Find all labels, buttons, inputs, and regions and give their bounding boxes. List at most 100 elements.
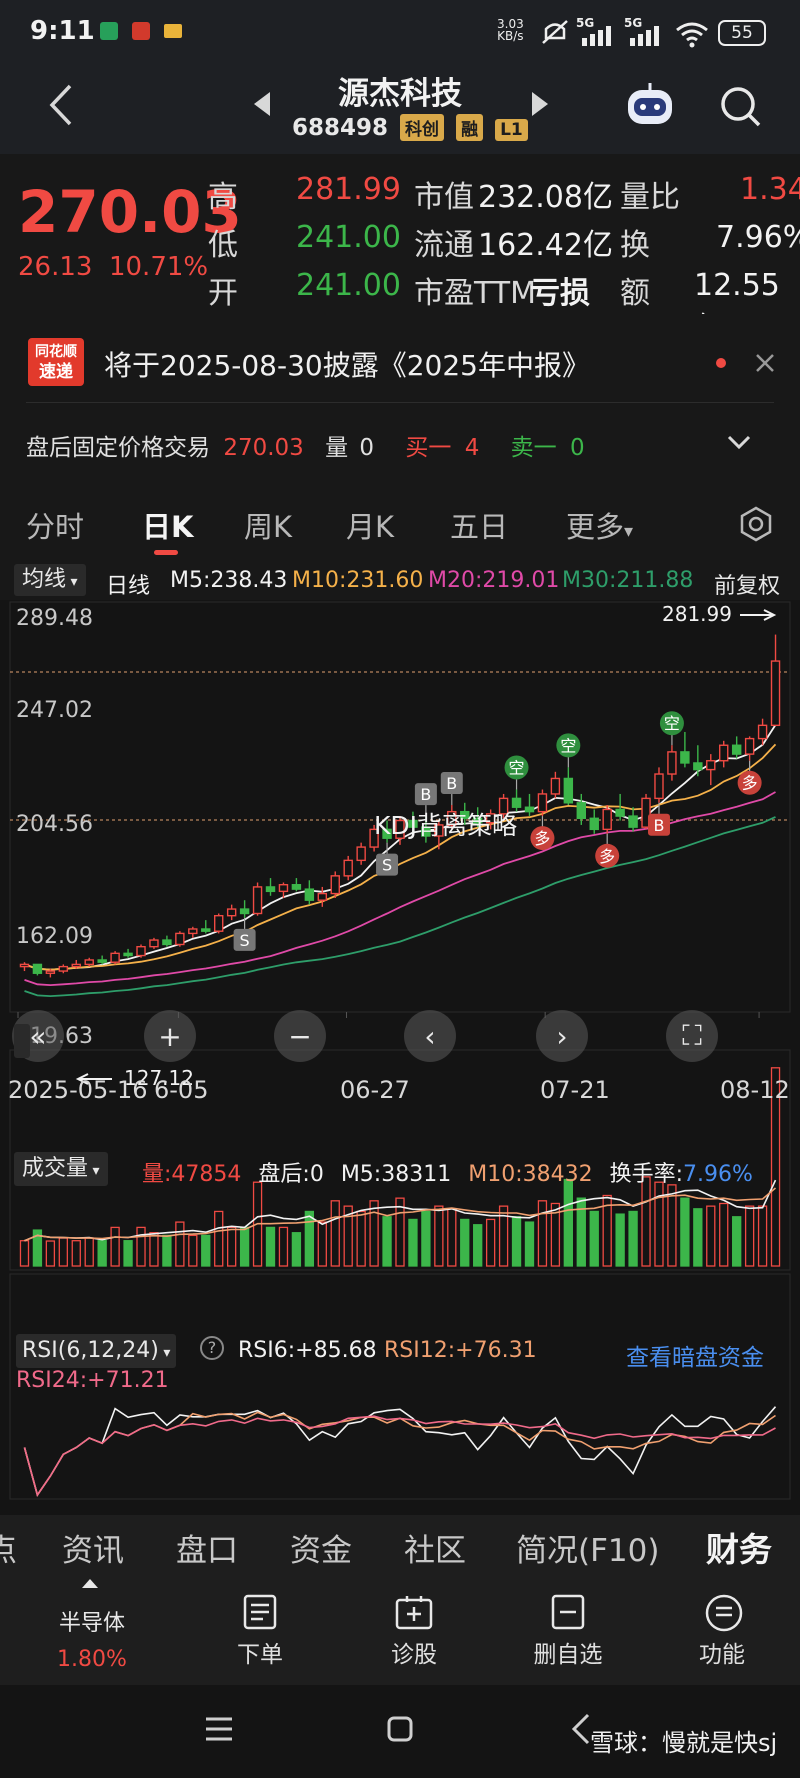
sector-name[interactable]: 半导体 (40, 1605, 144, 1637)
diagnose-icon[interactable] (394, 1593, 434, 1631)
strategy-label[interactable]: KDJ背离策略 (374, 806, 517, 842)
rsi24-line (23, 1415, 776, 1497)
order-icon[interactable] (242, 1593, 278, 1631)
volume-bar (421, 1210, 431, 1267)
volume-selector[interactable]: 成交量 ▾ (14, 1152, 108, 1186)
period-high-label: 281.99 (662, 602, 732, 626)
candle-body (563, 777, 574, 804)
tab-finance[interactable]: 财务 (706, 1523, 772, 1571)
tab-orderbook[interactable]: 盘口 (176, 1525, 238, 1570)
tab-community[interactable]: 社区 (404, 1525, 466, 1570)
mktcap-label: 市值 (414, 180, 474, 215)
tab-weekly-k[interactable]: 周K (244, 504, 292, 546)
dark-pool-link[interactable]: 查看暗盘资金 (626, 1338, 764, 1372)
indicator-selector-volume[interactable] (14, 1024, 30, 1058)
tab-five-day[interactable]: 五日 (450, 504, 508, 546)
period-tabs: 分时 日K 周K 月K 五日 更多▾ (0, 490, 800, 562)
tab-news[interactable]: 资讯 (62, 1525, 124, 1570)
volume-bar (757, 1205, 768, 1267)
volume-bar (58, 1237, 68, 1267)
scroll-left-button[interactable]: ‹ (404, 1010, 456, 1062)
chevron-down-icon[interactable] (726, 432, 752, 452)
fullscreen-button[interactable]: ⛶ (666, 1010, 718, 1062)
volume-bar (330, 1200, 340, 1267)
divider (26, 402, 774, 403)
ma-selector[interactable]: 均线 ▾ (14, 564, 86, 596)
candle-body (162, 939, 172, 946)
tab-daily-k[interactable]: 日K (142, 504, 193, 546)
candle-body (188, 928, 198, 935)
tab-profile[interactable]: 简况(F10) (516, 1525, 659, 1570)
volume-bar (226, 1226, 237, 1267)
remove-watchlist-icon[interactable] (550, 1593, 586, 1631)
status-time: 9:11 (30, 16, 95, 46)
caret-up-icon (82, 1579, 98, 1588)
candle-body (615, 808, 625, 817)
volume-bar (447, 1208, 457, 1267)
menu-icon[interactable] (204, 1715, 234, 1743)
candle-body (693, 762, 703, 771)
close-icon[interactable] (754, 352, 776, 374)
kong-signal: 空 (504, 755, 529, 790)
functions-button[interactable]: 功能 (667, 1635, 777, 1669)
signal-label: 空 (664, 714, 680, 733)
menu-circle-icon[interactable] (704, 1593, 744, 1633)
notice-text[interactable]: 将于2025-08-30披露《2025年中报》 (104, 344, 590, 384)
tab-more[interactable]: 更多▾ (566, 504, 633, 546)
after-hours-row[interactable]: 盘后固定价格交易 270.03 量 0 买一 4 卖一 0 (26, 428, 585, 462)
candle-body (537, 793, 548, 813)
volume-bar (304, 1210, 315, 1267)
x-date-label: 07-21 (540, 1076, 610, 1104)
unread-dot-icon (716, 358, 726, 368)
stock-name: 源杰科技 (338, 76, 462, 112)
volume-bar (123, 1240, 133, 1267)
search-icon[interactable] (718, 84, 762, 128)
candle-body (84, 959, 94, 966)
system-nav-bar: 雪球：慢就是快sj (0, 1685, 800, 1778)
y-tick-label: 204.56 (16, 812, 93, 837)
kong-signal: 空 (659, 711, 684, 746)
back-icon[interactable] (46, 82, 76, 128)
signal-label: 多 (534, 829, 550, 848)
diagnose-button[interactable]: 诊股 (359, 1635, 469, 1669)
volume-bar (537, 1200, 548, 1267)
adjust-mode[interactable]: 前复权 (714, 568, 780, 600)
scroll-right-button[interactable]: › (536, 1010, 588, 1062)
candle-body (680, 751, 690, 764)
candle-body (330, 875, 340, 895)
level-tag: L1 (495, 119, 528, 141)
volratio-value: 1.34 (740, 172, 800, 207)
volume-bar (45, 1240, 56, 1267)
settings-icon[interactable] (738, 506, 774, 542)
volume-bar (136, 1226, 146, 1267)
prev-stock-icon[interactable] (252, 90, 272, 118)
volume-bar (719, 1202, 729, 1267)
detail-tabs: 点 资讯 盘口 资金 社区 简况(F10) 财务 (0, 1515, 800, 1575)
volume-bar (408, 1218, 418, 1267)
signal-label: S (240, 931, 250, 950)
order-button[interactable]: 下单 (205, 1635, 315, 1669)
candle-body (602, 808, 612, 831)
volume-bar (395, 1197, 405, 1267)
volume-bar (265, 1226, 276, 1267)
rsi-selector[interactable]: RSI(6,12,24) ▾ (16, 1334, 177, 1368)
board-tag: 科创 (400, 114, 445, 141)
ma30-value: M30:211.88 (562, 568, 694, 593)
signal-icon (630, 26, 659, 46)
tab-funds[interactable]: 资金 (290, 1525, 352, 1570)
candle-body (576, 802, 587, 819)
arrow-right-icon (740, 609, 777, 621)
remove-watchlist-button[interactable]: 删自选 (513, 1635, 623, 1669)
candle-body (291, 884, 302, 890)
zoom-in-button[interactable]: + (144, 1010, 196, 1062)
home-icon[interactable] (386, 1715, 414, 1743)
x-date-label: 6-05 (154, 1076, 209, 1104)
help-icon[interactable]: ? (200, 1336, 224, 1360)
duo-signal: 多 (737, 760, 762, 795)
tab-intraday[interactable]: 分时 (26, 504, 84, 546)
tab-monthly-k[interactable]: 月K (346, 504, 394, 546)
robot-assistant-icon[interactable] (624, 82, 676, 130)
tab-partial[interactable]: 点 (0, 1525, 17, 1570)
zoom-out-button[interactable]: − (274, 1010, 326, 1062)
next-stock-icon[interactable] (530, 90, 550, 118)
